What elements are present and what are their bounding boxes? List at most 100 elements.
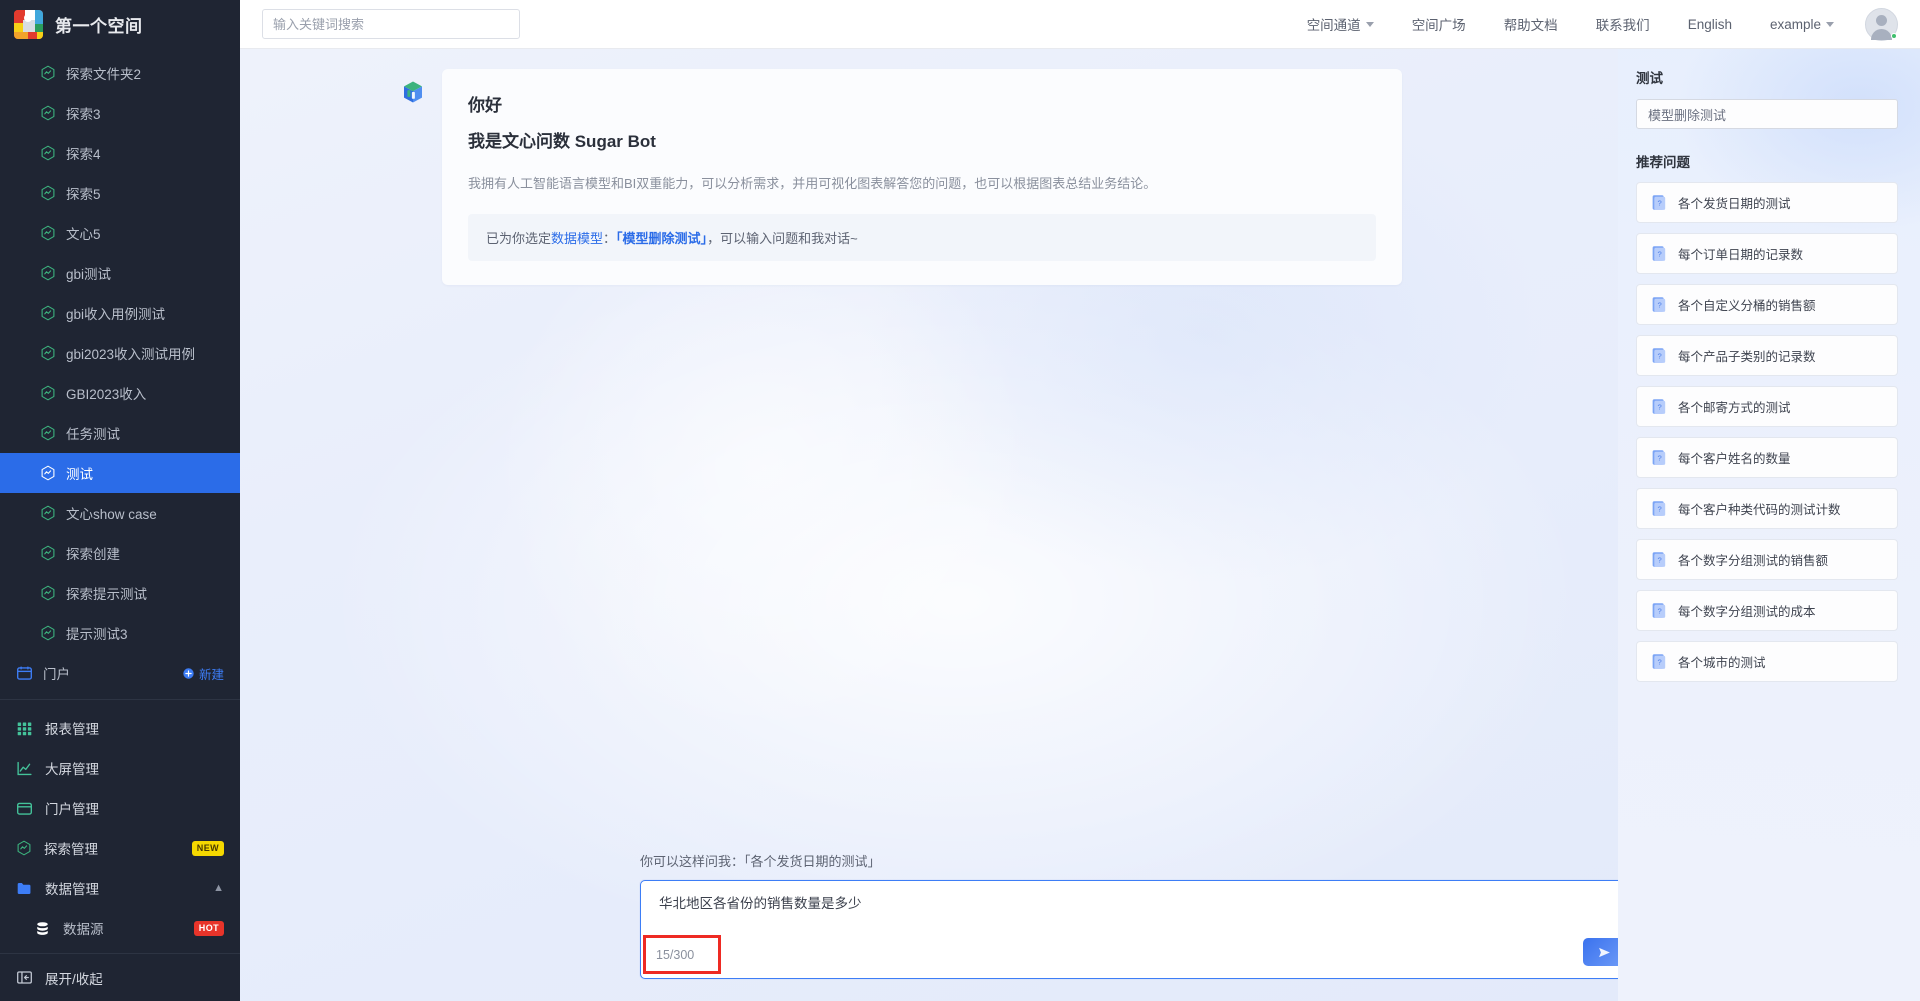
hexagon-chart-icon [41, 345, 55, 361]
badge-new: NEW [191, 840, 224, 856]
recommended-question-item[interactable]: ? 每个订单日期的记录数 [1636, 233, 1898, 274]
search-box[interactable] [262, 9, 520, 39]
header-nav-4[interactable]: 联系我们 [1577, 14, 1669, 34]
recommended-question-label: 各个数字分组测试的销售额 [1678, 554, 1829, 568]
banner-colon: ： [603, 230, 617, 246]
sidebar-item-13[interactable]: 探索创建 [0, 533, 240, 573]
sidebar-nav-label: 门户管理 [45, 802, 99, 817]
svg-text:?: ? [1658, 250, 1662, 259]
collapse-icon [17, 971, 32, 984]
send-button[interactable] [1583, 938, 1618, 966]
composer-box[interactable]: 15/300 [640, 880, 1618, 979]
sidebar-nav-门户管理[interactable]: 门户管理 [0, 788, 240, 828]
sidebar-item-12[interactable]: 文心show case [0, 493, 240, 533]
portal-new-button[interactable]: 新建 [182, 664, 224, 683]
recommended-question-item[interactable]: ? 各个数字分组测试的销售额 [1636, 539, 1898, 580]
sidebar-item-label: 门户 [43, 667, 70, 682]
hexagon-chart-icon [41, 225, 55, 241]
recommended-question-item[interactable]: ? 各个城市的测试 [1636, 641, 1898, 682]
chat-column: 你好 我是文心问数 Sugar Bot 我拥有人工智能语言模型和BI双重能力，可… [240, 49, 1618, 1001]
chevron-up-icon[interactable]: ▲ [213, 882, 224, 894]
sidebar-brand[interactable]: 第一个空间 [0, 0, 240, 49]
brand-title: 第一个空间 [55, 17, 143, 36]
bot-message-row: 你好 我是文心问数 Sugar Bot 我拥有人工智能语言模型和BI双重能力，可… [240, 69, 1618, 285]
recommended-question-item[interactable]: ? 每个客户种类代码的测试计数 [1636, 488, 1898, 529]
sidebar-item-3[interactable]: 探索4 [0, 133, 240, 173]
send-arrow-icon [1598, 947, 1610, 957]
hexagon-chart-icon [41, 585, 55, 601]
sidebar-item-14[interactable]: 探索提示测试 [0, 573, 240, 613]
banner-prefix: 已为你选定 [486, 230, 552, 246]
sidebar-nav-list: 报表管理大屏管理门户管理探索管理 NEW 数据管理 ▲ 数据源 HOT [0, 706, 240, 948]
sidebar-collapse-toggle[interactable]: 展开/收起 [0, 953, 240, 1001]
banner-suffix: ，可以输入问题和我对话~ [707, 230, 858, 246]
sidebar-item-5[interactable]: 文心5 [0, 213, 240, 253]
greeting-line-2: 我是文心问数 Sugar Bot [468, 132, 656, 151]
recommended-question-item[interactable]: ? 每个客户姓名的数量 [1636, 437, 1898, 478]
sidebar-nav-数据管理[interactable]: 数据管理 ▲ [0, 868, 240, 908]
collapse-label: 展开/收起 [45, 971, 103, 987]
sidebar-item-label: 测试 [66, 467, 93, 482]
question-card-icon: ? [1652, 501, 1666, 516]
sidebar-item-9[interactable]: GBI2023收入 [0, 373, 240, 413]
sidebar-item-2[interactable]: 探索3 [0, 93, 240, 133]
plus-circle-icon [183, 667, 194, 679]
question-card-icon: ? [1652, 399, 1666, 414]
right-panel: 测试 模型删除测试 推荐问题 ? 各个发货日期的测试? 每个订单日期的记录数? 各个自… [1618, 49, 1920, 1001]
svg-text:?: ? [1658, 352, 1662, 361]
sidebar-item-4[interactable]: 探索5 [0, 173, 240, 213]
search-input[interactable] [273, 16, 509, 32]
question-card-icon: ? [1652, 450, 1666, 465]
recommended-question-item[interactable]: ? 每个产品子类别的记录数 [1636, 335, 1898, 376]
recommended-question-label: 各个邮寄方式的测试 [1678, 401, 1791, 415]
recommended-questions-list: ? 各个发货日期的测试 ? 每个订单日期的记录数 ? 各个自定义分桶的销售额 ? 每个产品子类… [1636, 182, 1898, 682]
recommended-question-item[interactable]: ? 各个发货日期的测试 [1636, 182, 1898, 223]
sidebar-item-11[interactable]: 测试 [0, 453, 240, 493]
hexagon-chart-icon [41, 425, 55, 441]
sidebar-nav-大屏管理[interactable]: 大屏管理 [0, 748, 240, 788]
sidebar-nav-label: 大屏管理 [45, 762, 99, 777]
grid-icon [17, 722, 32, 735]
sidebar-item-1[interactable]: 探索文件夹2 [0, 53, 240, 93]
header-nav-label: 空间通道 [1306, 18, 1361, 33]
sidebar-item-6[interactable]: gbi测试 [0, 253, 240, 293]
sidebar-item-10[interactable]: 任务测试 [0, 413, 240, 453]
recommended-question-item[interactable]: ? 各个邮寄方式的测试 [1636, 386, 1898, 427]
sidebar-item-7[interactable]: gbi收入用例测试 [0, 293, 240, 333]
sidebar-nav-探索管理[interactable]: 探索管理 NEW [0, 828, 240, 868]
sidebar-nav-报表管理[interactable]: 报表管理 [0, 708, 240, 748]
recommended-question-label: 每个客户种类代码的测试计数 [1678, 503, 1841, 517]
sidebar: 第一个空间 探索文件夹2 探索3 探索4 探索5 文心5 gbi测试 gbi收入用例测试 gb… [0, 0, 240, 1001]
sidebar-item-label: 文心show case [66, 507, 157, 522]
sugar-bot-logo-icon [404, 81, 422, 103]
banner-model-link[interactable]: 数据模型 [551, 231, 603, 246]
header-nav-2[interactable]: 空间广场 [1393, 14, 1485, 34]
header-nav-6[interactable]: example [1751, 17, 1853, 32]
sidebar-item-label: 探索3 [66, 107, 101, 122]
header-nav-1[interactable]: 空间通道 [1288, 14, 1393, 34]
question-card-icon: ? [1652, 654, 1666, 669]
user-avatar[interactable] [1865, 7, 1898, 41]
header-nav-3[interactable]: 帮助文档 [1485, 14, 1577, 34]
badge-hot: HOT [193, 920, 224, 936]
sidebar-item-15[interactable]: 提示测试3 [0, 613, 240, 653]
recommended-question-item[interactable]: ? 各个自定义分桶的销售额 [1636, 284, 1898, 325]
selected-model-field[interactable]: 模型删除测试 [1636, 99, 1898, 129]
sidebar-nav-datasource[interactable]: 数据源 HOT [0, 908, 240, 948]
composer-hint: 你可以这样问我：「各个发货日期的测试」 [640, 854, 881, 869]
sidebar-item-label: 探索文件夹2 [66, 67, 142, 82]
question-textarea[interactable] [641, 881, 1618, 943]
sidebar-nav-label: 数据管理 [45, 882, 99, 897]
app-logo-icon [14, 10, 43, 39]
sidebar-item-label: gbi收入用例测试 [66, 307, 166, 322]
svg-text:?: ? [1658, 199, 1662, 208]
online-status-dot [1891, 32, 1897, 39]
sidebar-item-8[interactable]: gbi2023收入测试用例 [0, 333, 240, 373]
header-nav-5[interactable]: English [1669, 17, 1751, 32]
sidebar-item-portal[interactable]: 门户 新建 [0, 653, 240, 693]
sidebar-item-label: gbi测试 [66, 267, 112, 282]
header-nav-label: English [1687, 16, 1732, 32]
chevron-down-icon [1826, 21, 1834, 27]
recommended-question-item[interactable]: ? 每个数字分组测试的成本 [1636, 590, 1898, 631]
question-card-icon: ? [1652, 603, 1666, 618]
